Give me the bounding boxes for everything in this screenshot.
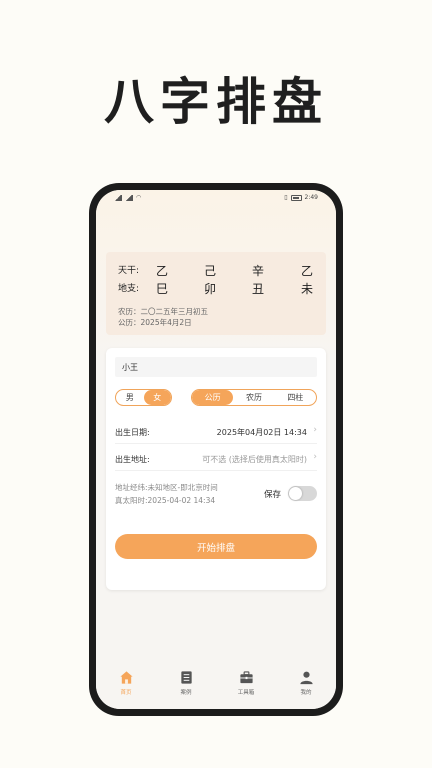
tiangan-row: 天干: 乙 己 辛 乙 — [118, 263, 318, 278]
form-card: 男 女 公历 农历 四柱 出生日期: 2025年04月02日 14:34 › 出… — [106, 348, 326, 590]
chevron-right-icon: › — [313, 425, 317, 435]
tab-home[interactable]: 首页 — [96, 664, 156, 709]
lunar-date: 农历：二〇二五年三月初五 — [118, 307, 208, 316]
calendar-option-solar[interactable]: 公历 — [192, 390, 234, 405]
tiangan-label: 天干: — [118, 266, 140, 276]
user-icon — [299, 671, 313, 685]
signal-icon — [125, 194, 133, 201]
tiangan-char: 乙 — [156, 264, 169, 278]
tab-cases[interactable]: 案例 — [156, 664, 216, 709]
save-label: 保存 — [264, 490, 282, 500]
birth-date-value: 2025年04月02日 14:34 — [216, 428, 307, 437]
start-button[interactable]: 开始排盘 — [115, 534, 317, 559]
vibrate-icon: ▯ — [284, 194, 288, 201]
toggle-knob — [289, 487, 302, 500]
dizhi-char: 丑 — [252, 282, 265, 296]
gender-option-male[interactable]: 男 — [116, 390, 144, 405]
tab-bar: 首页 案例 工具箱 我的 — [96, 664, 336, 709]
true-solar-time-text: 真太阳时:2025-04-02 14:34 — [115, 496, 216, 505]
chevron-right-icon: › — [313, 452, 317, 462]
name-input[interactable] — [115, 357, 317, 377]
tab-profile[interactable]: 我的 — [276, 664, 336, 709]
bazi-card: 天干: 乙 己 辛 乙 地支: 巳 卯 丑 未 农历：二〇二五年三月初五 公历：… — [106, 252, 326, 335]
dizhi-row: 地支: 巳 卯 丑 未 — [118, 281, 318, 296]
signal-icon — [114, 194, 122, 201]
birth-place-row[interactable]: 出生地址: 可不选 (选择后使用真太阳时) › — [115, 445, 317, 471]
tab-label: 案例 — [180, 690, 192, 696]
battery-icon — [290, 194, 302, 201]
calendar-selector: 公历 农历 四柱 — [191, 389, 317, 406]
solar-date: 公历：2025年4月2日 — [118, 318, 192, 327]
tiangan-char: 己 — [204, 264, 217, 278]
tiangan-char: 乙 — [301, 264, 314, 278]
status-bar: ◠ ▯ 2:49 — [96, 190, 336, 206]
calendar-option-sizhu[interactable]: 四柱 — [275, 390, 316, 405]
birth-date-row[interactable]: 出生日期: 2025年04月02日 14:34 › — [115, 418, 317, 444]
wifi-icon: ◠ — [136, 194, 142, 201]
hero-title: 八字排盘 — [104, 73, 328, 131]
birth-place-value: 可不选 (选择后使用真太阳时) — [202, 455, 307, 464]
tab-label: 首页 — [120, 690, 132, 696]
geo-coordinates-text: 地址经纬:未知地区-即北京时间 — [115, 483, 218, 492]
calendar-option-lunar[interactable]: 农历 — [233, 390, 274, 405]
status-left: ◠ — [114, 194, 141, 201]
tab-label: 我的 — [300, 690, 312, 696]
phone-screen: ◠ ▯ 2:49 天干: 乙 己 辛 乙 地支: 巳 卯 丑 未 农历：二〇二五… — [96, 190, 336, 709]
dizhi-char: 巳 — [156, 282, 169, 296]
dizhi-char: 卯 — [204, 282, 217, 296]
status-right: ▯ 2:49 — [284, 194, 318, 201]
list-icon — [180, 671, 192, 684]
save-toggle[interactable] — [288, 486, 317, 501]
status-time: 2:49 — [304, 194, 318, 201]
tab-label: 工具箱 — [237, 690, 255, 696]
dizhi-label: 地支: — [118, 284, 140, 294]
birth-place-label: 出生地址: — [115, 455, 150, 464]
dizhi-char: 未 — [301, 282, 314, 296]
gender-selector: 男 女 — [115, 389, 172, 406]
home-icon — [119, 671, 133, 684]
tiangan-char: 辛 — [252, 264, 265, 278]
toolbox-icon — [239, 671, 253, 684]
tab-toolbox[interactable]: 工具箱 — [216, 664, 276, 709]
birth-date-label: 出生日期: — [115, 428, 150, 437]
gender-option-female[interactable]: 女 — [143, 390, 171, 405]
